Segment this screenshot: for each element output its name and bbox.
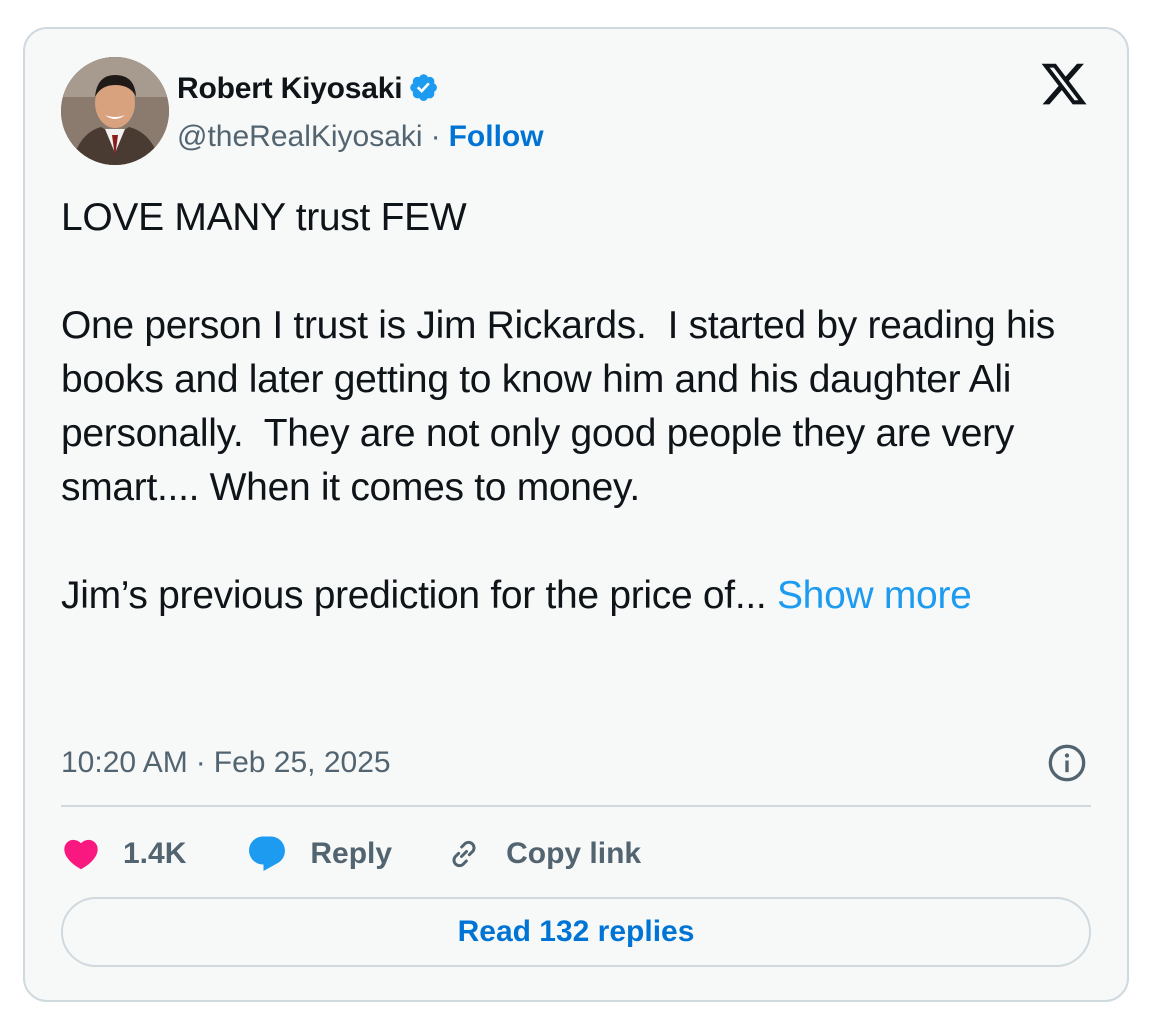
tweet-text: LOVE MANY trust FEW One person I trust i… [61, 191, 1081, 623]
divider [61, 805, 1091, 807]
avatar[interactable] [61, 57, 169, 165]
author-handle[interactable]: @theRealKiyosaki [177, 120, 423, 154]
speech-bubble-icon [249, 836, 286, 871]
copy-link-button[interactable]: Copy link [444, 834, 641, 874]
author-handle-row: @theRealKiyosaki · Follow [177, 115, 544, 159]
verified-badge-icon [410, 74, 438, 101]
avatar-image [61, 57, 169, 165]
show-more-link[interactable]: Show more [777, 574, 972, 617]
info-icon[interactable] [1047, 743, 1087, 783]
handle-separator: · [430, 120, 441, 153]
like-button[interactable]: 1.4K [61, 834, 186, 874]
tweet-card: Robert Kiyosaki @theRealKiyosaki · Follo… [23, 27, 1129, 1002]
author-name-row: Robert Kiyosaki [177, 67, 442, 111]
timestamp-separator: · [195, 746, 206, 779]
tweet-time: 10:20 AM [61, 746, 188, 779]
link-icon [452, 840, 476, 868]
heart-icon [64, 839, 98, 870]
tweet-date: Feb 25, 2025 [213, 746, 391, 779]
reply-label: Reply [310, 837, 393, 870]
like-count: 1.4K [123, 837, 187, 870]
tweet-line-1: LOVE MANY trust FEW [61, 196, 467, 239]
follow-button[interactable]: Follow [449, 120, 544, 154]
reply-button[interactable]: Reply [246, 833, 392, 875]
action-bar: 1.4K Reply Copy link [61, 829, 641, 879]
tweet-paragraph-3-text: Jim’s previous prediction for the price … [61, 574, 777, 617]
tweet-timestamp[interactable]: 10:20 AM · Feb 25, 2025 [61, 741, 391, 785]
tweet-paragraph-3: Jim’s previous prediction for the price … [61, 569, 1081, 623]
x-logo-icon[interactable] [1039, 59, 1089, 109]
copy-link-label: Copy link [506, 837, 642, 870]
tweet-paragraph-2: One person I trust is Jim Rickards. I st… [61, 304, 1066, 509]
read-replies-button[interactable]: Read 132 replies [61, 897, 1091, 967]
author-display-name[interactable]: Robert Kiyosaki [177, 72, 403, 106]
